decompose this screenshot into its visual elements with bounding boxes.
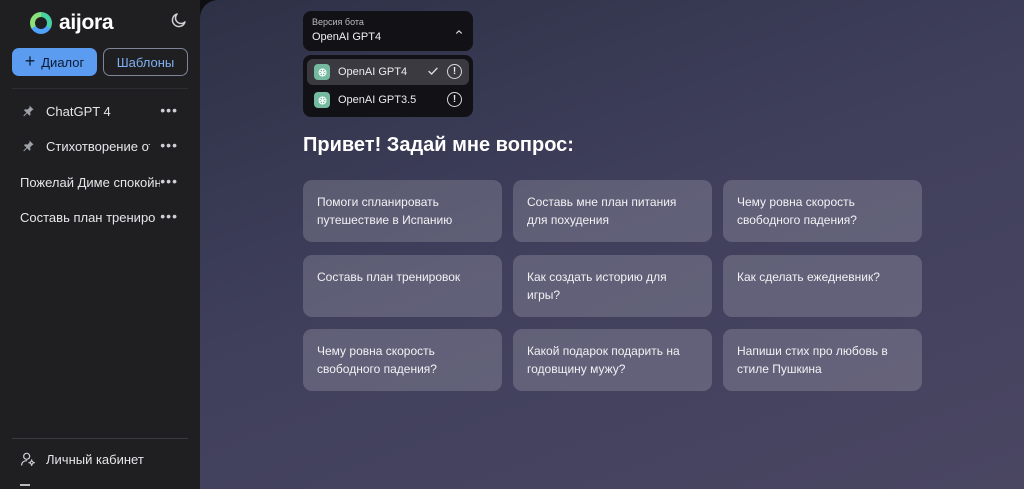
suggestion-card[interactable]: Как сделать ежедневник? <box>723 255 922 317</box>
new-dialog-label: Диалог <box>41 54 85 70</box>
chevron-up-icon <box>456 30 462 34</box>
suggestion-card[interactable]: Напиши стих про любовь в стиле Пушкина <box>723 329 922 391</box>
chat-item-label: Стихотворение от <box>46 138 150 154</box>
templates-button[interactable]: Шаблоны <box>103 48 188 76</box>
chat-item[interactable]: ChatGPT 4 ••• <box>12 97 188 125</box>
more-dots-icon[interactable]: ••• <box>160 174 178 188</box>
suggestion-card[interactable]: Чему ровна скорость свободного падения? <box>303 329 502 391</box>
suggestion-card[interactable]: Составь мне план питания для похудения <box>513 180 712 242</box>
info-icon[interactable]: ! <box>447 92 462 107</box>
logo-mark-icon <box>30 12 52 34</box>
personal-cabinet-link[interactable]: Личный кабинет <box>20 451 144 467</box>
chat-item-label: Составь план трениро <box>20 209 156 225</box>
user-icon <box>21 452 36 467</box>
sidebar-bottom-icon[interactable] <box>20 484 30 489</box>
pin-icon <box>23 105 34 117</box>
model-option-label: OpenAI GPT3.5 <box>338 94 417 106</box>
suggestion-card[interactable]: Чему ровна скорость свободного падения? <box>723 180 922 242</box>
model-option[interactable]: OpenAI GPT4 ! <box>307 59 469 85</box>
chat-item-label: ChatGPT 4 <box>46 103 111 119</box>
model-select-value: OpenAI GPT4 <box>312 31 382 43</box>
theme-moon-icon[interactable] <box>170 11 188 29</box>
suggestion-card[interactable]: Помоги спланировать путешествие в Испани… <box>303 180 502 242</box>
more-dots-icon[interactable]: ••• <box>160 209 178 223</box>
new-dialog-button[interactable]: + Диалог <box>12 48 97 76</box>
chat-item-label: Пожелай Диме спокойн <box>20 174 160 190</box>
model-option[interactable]: OpenAI GPT3.5 ! <box>307 87 469 113</box>
plus-icon: + <box>24 51 36 71</box>
model-select-caption: Версия бота <box>312 17 364 27</box>
sidebar-divider <box>12 438 188 439</box>
chat-item[interactable]: Пожелай Диме спокойн ••• <box>12 168 188 196</box>
logo-text: aijora <box>59 11 114 34</box>
sidebar: aijora + Диалог Шаблоны ChatGPT 4 ••• Ст… <box>0 0 200 489</box>
more-dots-icon[interactable]: ••• <box>160 138 178 152</box>
model-dropdown: OpenAI GPT4 ! OpenAI GPT3.5 ! <box>303 55 473 117</box>
suggestion-card[interactable]: Какой подарок подарить на годовщину мужу… <box>513 329 712 391</box>
personal-cabinet-label: Личный кабинет <box>46 451 144 467</box>
gpt-logo-icon <box>314 92 330 108</box>
suggestion-card[interactable]: Составь план тренировок <box>303 255 502 317</box>
check-icon <box>428 67 438 75</box>
info-icon[interactable]: ! <box>447 64 462 79</box>
logo[interactable]: aijora <box>30 11 114 35</box>
pin-icon <box>23 140 34 152</box>
sidebar-divider <box>12 88 188 89</box>
more-dots-icon[interactable]: ••• <box>160 103 178 117</box>
model-select[interactable]: Версия бота OpenAI GPT4 <box>303 11 473 51</box>
model-option-label: OpenAI GPT4 <box>338 66 408 78</box>
greeting-heading: Привет! Задай мне вопрос: <box>303 134 574 156</box>
gpt-logo-icon <box>314 64 330 80</box>
chat-item[interactable]: Составь план трениро ••• <box>12 203 188 231</box>
suggestion-card[interactable]: Как создать историю для игры? <box>513 255 712 317</box>
chat-item[interactable]: Стихотворение от ••• <box>12 132 188 160</box>
